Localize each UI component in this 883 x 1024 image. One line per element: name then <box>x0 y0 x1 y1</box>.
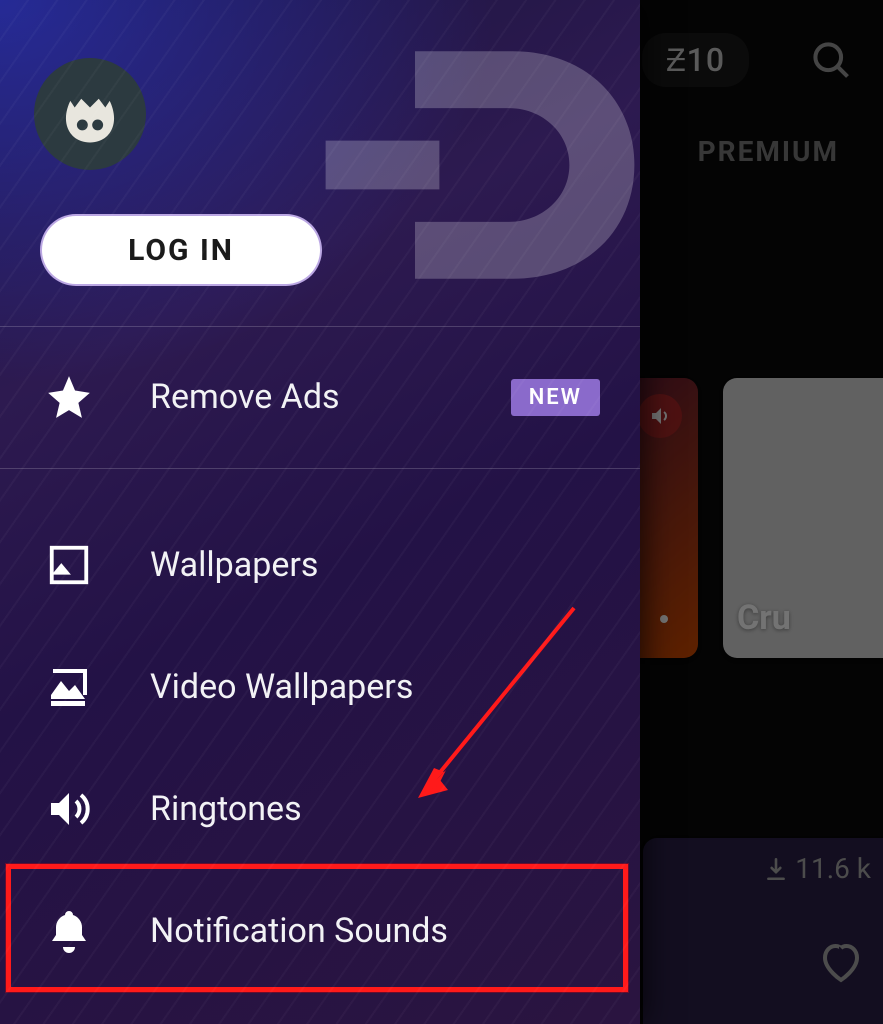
image-icon <box>44 540 94 590</box>
bell-icon <box>44 906 94 956</box>
login-label: LOG IN <box>128 233 234 268</box>
menu-item-label: Ringtones <box>150 789 302 829</box>
menu-item-notification-sounds[interactable]: Notification Sounds <box>0 872 640 990</box>
menu-item-wallpapers[interactable]: Wallpapers <box>0 506 640 624</box>
star-icon <box>44 372 94 422</box>
menu-item-label: Notification Sounds <box>150 911 448 951</box>
menu-item-remove-ads[interactable]: Remove Ads NEW <box>0 338 640 456</box>
menu-item-label: Wallpapers <box>150 545 318 585</box>
speaker-icon <box>44 784 94 834</box>
zedge-logo-watermark <box>300 35 640 295</box>
menu-item-label: Video Wallpapers <box>150 667 413 707</box>
menu-item-label: Remove Ads <box>150 377 340 417</box>
divider <box>0 468 640 469</box>
avatar-icon <box>55 79 125 149</box>
video-wallpaper-icon <box>44 662 94 712</box>
menu-item-ringtones[interactable]: Ringtones <box>0 750 640 868</box>
menu-item-video-wallpapers[interactable]: Video Wallpapers <box>0 628 640 746</box>
divider <box>0 326 640 327</box>
navigation-drawer: LOG IN Remove Ads NEW Wallpapers Video W… <box>0 0 640 1024</box>
avatar[interactable] <box>34 58 146 170</box>
badge-new: NEW <box>511 379 600 416</box>
login-button[interactable]: LOG IN <box>40 214 322 286</box>
